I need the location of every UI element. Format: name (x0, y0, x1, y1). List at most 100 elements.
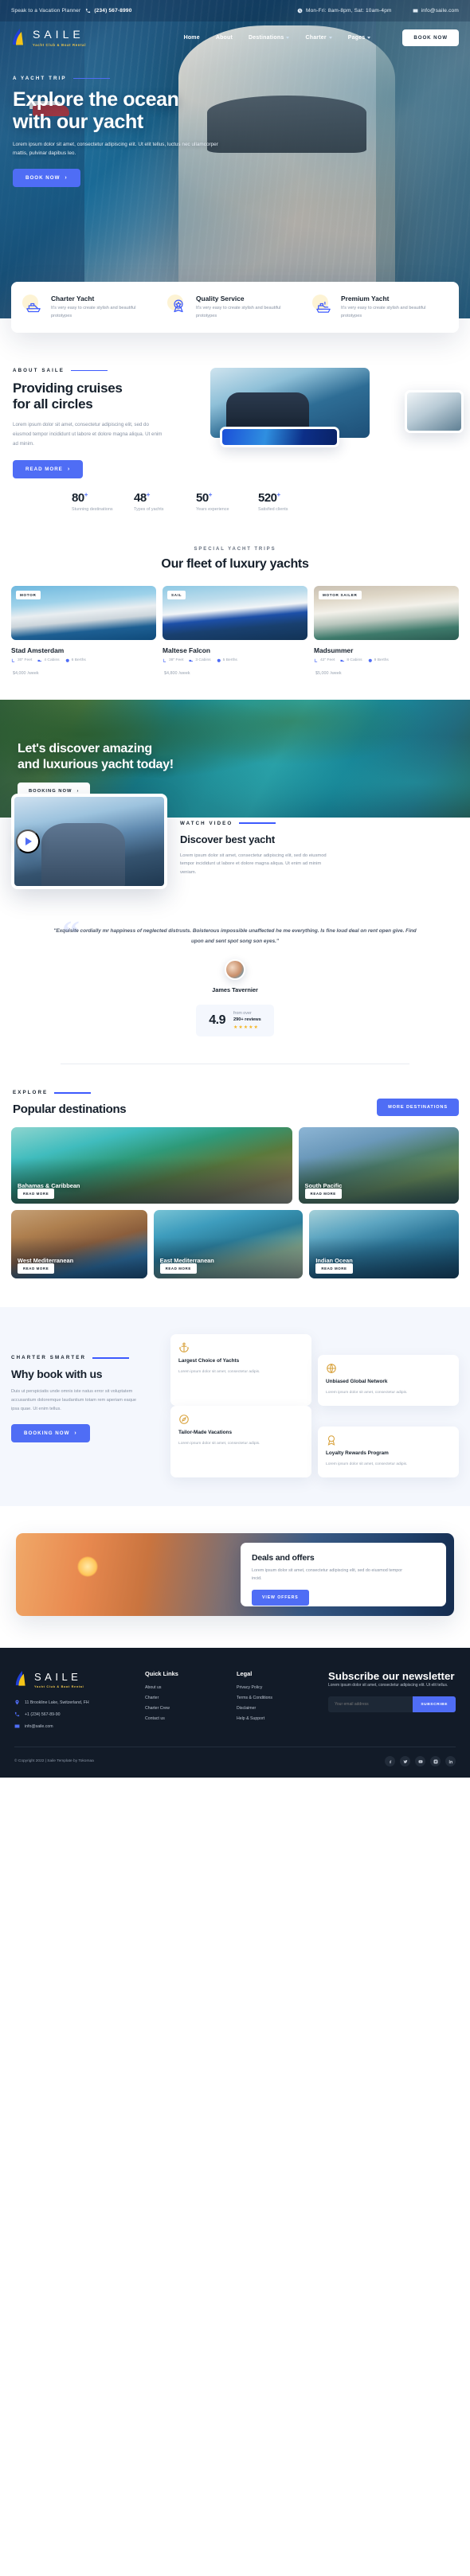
yacht-specs: 38" Feet 3 Cabins 5 Berths (163, 658, 307, 663)
footer-link-contact-us[interactable]: Contact us (145, 1716, 225, 1721)
nav-item-charter[interactable]: Charter (305, 35, 332, 41)
more-destinations-button[interactable]: MORE DESTINATIONS (377, 1099, 459, 1117)
destination-read-more-button[interactable]: READ MORE (315, 1263, 353, 1274)
nav-item-home[interactable]: Home (184, 35, 200, 41)
yacht-image: SAIL (163, 586, 307, 641)
topbar-email[interactable]: info@saile.com (413, 8, 459, 14)
yacht-image: MOTOR (11, 586, 156, 641)
stat-label: Satisfied clients (258, 507, 288, 513)
footer-newsletter-heading: Subscribe our newsletter (328, 1670, 455, 1683)
stat-plus: + (276, 491, 281, 499)
nav-book-now-button[interactable]: BOOK NOW (402, 29, 459, 46)
footer-link-about-us[interactable]: About us (145, 1685, 225, 1690)
feature-premium-yacht[interactable]: Premium Yacht It's very easy to create s… (309, 295, 451, 320)
yacht-specs: 42" Feet 8 Cabins 9 Berths (314, 658, 459, 663)
destinations-grid: Bahamas & Caribbean READ MORE South Paci… (0, 1116, 470, 1279)
business-hours: Mon-Fri: 8am-8pm, Sat: 10am-4pm (297, 8, 392, 14)
footer-link-charter-crew[interactable]: Charter Crew (145, 1706, 225, 1711)
instagram-icon[interactable] (430, 1756, 441, 1767)
spec-value: 38" Feet (169, 658, 184, 663)
destination-card[interactable]: East Mediterranean READ MORE (153, 1210, 304, 1279)
deals-section: Deals and offers Lorem ipsum dolor sit a… (0, 1506, 470, 1648)
spec-value: 8 Cabins (347, 658, 362, 663)
spec-value: 6 Berths (71, 658, 86, 663)
banner-title-line1: Let's discover amazing (18, 741, 152, 755)
stat-value: 80+ (72, 491, 115, 505)
facebook-icon[interactable] (385, 1756, 395, 1767)
why-booking-now-button[interactable]: BOOKING NOW › (11, 1424, 90, 1443)
footer-link-charter[interactable]: Charter (145, 1696, 225, 1700)
linkedin-icon[interactable] (445, 1756, 456, 1767)
footer-brand-logo[interactable]: SAILE Yacht Club & Boat Rental (14, 1670, 134, 1688)
why-card-tailor-made[interactable]: Tailor-Made Vacations Lorem ipsum dolor … (170, 1406, 311, 1478)
twitter-icon[interactable] (400, 1756, 410, 1767)
eyebrow-rule (92, 1357, 130, 1359)
landing-page: Speak to a Vacation Planner (234) 567-89… (0, 0, 470, 1778)
spec-berths: 9 Berths (368, 658, 389, 663)
footer-contacts: 11 Brookline Lake, Switzerland, FH +1 (2… (14, 1700, 134, 1729)
footer-link-help-support[interactable]: Help & Support (237, 1716, 317, 1721)
hero-subtitle: Lorem ipsum dolor sit amet, consectetur … (13, 142, 218, 157)
star-rating-icon: ★★★★★ (233, 1025, 259, 1031)
why-text: Duis ut perspiciatis unde omnis iste nat… (11, 1389, 137, 1411)
destination-read-more-button[interactable]: READ MORE (304, 1188, 342, 1200)
planner-text: Speak to a Vacation Planner (11, 8, 81, 14)
why-card-text: Lorem ipsum dolor sit amet, consectetur … (178, 1369, 260, 1374)
destination-read-more-button[interactable]: READ MORE (159, 1263, 197, 1274)
feature-quality-service[interactable]: Quality Service It's very easy to create… (164, 295, 306, 320)
yacht-card[interactable]: MOTOR SAILER Madsummer 42" Feet 8 Cabins… (314, 586, 459, 676)
globe-icon (326, 1364, 337, 1377)
rating-details: from over 290+ reviews ★★★★★ (233, 1011, 261, 1030)
feature-body: Quality Service It's very easy to create… (196, 295, 303, 320)
about-title-line2: for all circles (13, 396, 93, 412)
destination-card[interactable]: Indian Ocean READ MORE (309, 1210, 459, 1279)
deals-card: Deals and offers Lorem ipsum dolor sit a… (241, 1543, 446, 1607)
footer-phone[interactable]: +1 (234) 567-89-90 (14, 1711, 134, 1717)
why-card-loyalty-rewards[interactable]: Loyalty Rewards Program Lorem ipsum dolo… (318, 1427, 459, 1478)
destination-read-more-button[interactable]: READ MORE (18, 1188, 55, 1200)
yacht-image: MOTOR SAILER (314, 586, 459, 641)
footer-link-disclaimer[interactable]: Disclaimer (237, 1706, 317, 1711)
arrow-right-icon: › (65, 175, 68, 181)
destination-card[interactable]: South Pacific READ MORE (298, 1127, 459, 1204)
destinations-row: West Mediterranean READ MORE East Medite… (11, 1210, 459, 1279)
footer-email[interactable]: info@saile.com (14, 1723, 134, 1729)
about-read-more-button[interactable]: READ MORE › (13, 460, 84, 479)
why-card-largest-choice[interactable]: Largest Choice of Yachts Lorem ipsum dol… (170, 1334, 311, 1407)
topbar-phone[interactable]: (234) 567-8990 (85, 8, 131, 14)
play-button[interactable] (16, 829, 40, 853)
spec-value: 4 Cabins (44, 658, 60, 663)
feature-charter-yacht[interactable]: Charter Yacht It's very easy to create s… (19, 295, 161, 320)
youtube-icon[interactable] (415, 1756, 425, 1767)
berth-icon (65, 658, 69, 662)
nav-item-destinations[interactable]: Destinations (249, 35, 290, 41)
footer-email-text: info@saile.com (25, 1723, 53, 1729)
bed-icon (37, 659, 42, 662)
destination-card[interactable]: Bahamas & Caribbean READ MORE (11, 1127, 292, 1204)
features-card: Charter Yacht It's very easy to create s… (11, 282, 459, 333)
hero-section: Speak to a Vacation Planner (234) 567-89… (0, 0, 470, 318)
newsletter-subscribe-button[interactable]: SUBSCRIBE (413, 1696, 456, 1713)
newsletter-email-input[interactable] (328, 1696, 413, 1713)
nav-item-pages[interactable]: Pages (348, 35, 371, 41)
destination-read-more-button[interactable]: READ MORE (18, 1263, 55, 1274)
footer-link-terms[interactable]: Terms & Conditions (237, 1696, 317, 1700)
nav-item-about[interactable]: About (216, 35, 233, 41)
hero-book-now-button[interactable]: BOOK NOW › (13, 169, 80, 188)
footer-quick-links: Quick Links About us Charter Charter Cre… (145, 1670, 225, 1729)
banner-title: Let's discover amazing and luxurious yac… (18, 741, 470, 773)
view-offers-button[interactable]: VIEW OFFERS (252, 1589, 309, 1606)
destination-card[interactable]: West Mediterranean READ MORE (11, 1210, 147, 1279)
yacht-price: $5,000/week (314, 668, 459, 676)
yacht-card[interactable]: MOTOR Stad Amsterdam 30" Feet 4 Cabins 6… (11, 586, 156, 676)
video-copy: WATCH VIDEO Discover best yacht Lorem ip… (180, 794, 459, 889)
yacht-card[interactable]: SAIL Maltese Falcon 38" Feet 3 Cabins 5 … (163, 586, 307, 676)
phone-icon (85, 8, 91, 14)
brand-logo[interactable]: SAILE Yacht Club & Boat Rental (11, 28, 86, 47)
why-card-unbiased-network[interactable]: Unbiased Global Network Lorem ipsum dolo… (318, 1355, 459, 1407)
deals-title: Deals and offers (252, 1553, 315, 1563)
footer-brand-column: SAILE Yacht Club & Boat Rental 11 Brookl… (14, 1670, 134, 1729)
footer-link-privacy-policy[interactable]: Privacy Policy (237, 1685, 317, 1690)
feature-text: It's very easy to create stylish and bea… (51, 306, 136, 318)
footer-brand-text: SAILE Yacht Club & Boat Rental (34, 1670, 84, 1688)
